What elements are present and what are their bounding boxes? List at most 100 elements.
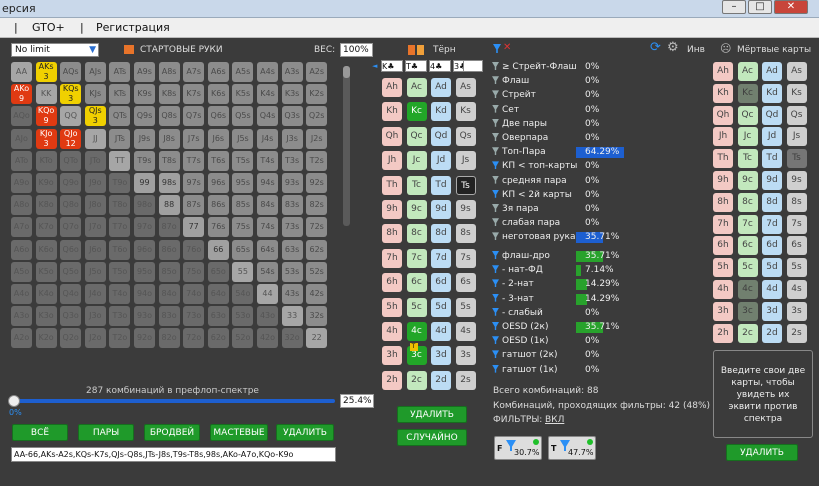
- hand-cell-97o[interactable]: 97o: [134, 217, 155, 238]
- hand-cell-AA[interactable]: AA: [11, 62, 32, 82]
- hand-cell-K8s[interactable]: K8s: [158, 84, 180, 105]
- board-card-slot[interactable]: 4♣: [429, 60, 451, 72]
- hand-cell-93s[interactable]: 93s: [281, 173, 303, 193]
- hand-cell-96o[interactable]: 96o: [134, 239, 155, 260]
- hand-cell-22[interactable]: 22: [306, 328, 328, 349]
- board-card-6d[interactable]: 6d: [431, 273, 451, 293]
- filter-row-draw-3[interactable]: - 3-нат 14.29%: [492, 293, 672, 307]
- menu-registration[interactable]: Регистрация: [96, 21, 170, 34]
- filter-icon[interactable]: [492, 307, 499, 316]
- dead-card-3s[interactable]: 3s: [786, 301, 807, 321]
- dead-card-9h[interactable]: 9h: [713, 171, 733, 190]
- hand-cell-T9s[interactable]: T9s: [134, 150, 155, 171]
- hand-cell-T2o[interactable]: T2o: [109, 328, 131, 349]
- hand-cell-K8o[interactable]: K8o: [35, 195, 57, 216]
- select-pairs-button[interactable]: ПАРЫ: [78, 424, 134, 441]
- hand-cell-Q5o[interactable]: Q5o: [60, 261, 82, 282]
- board-card-slot-empty[interactable]: [463, 60, 483, 72]
- filter-icon[interactable]: [492, 76, 499, 85]
- board-card-5h[interactable]: 5h: [382, 297, 402, 317]
- hand-cell-95o[interactable]: 95o: [134, 261, 155, 282]
- board-card-4h[interactable]: 4h: [382, 322, 402, 341]
- hand-cell-J2o[interactable]: J2o: [84, 328, 106, 349]
- filter-row-draw-8[interactable]: гатшот (1к) 0%: [492, 364, 672, 378]
- dead-card-picker[interactable]: Ah Ac Ad As Kh Kc Kd Ks Qh Qc Qd Qs Jh Jc Jd Js Th Tc Td Ts…: [713, 62, 813, 344]
- dead-card-9c[interactable]: 9c: [737, 171, 758, 190]
- hand-cell-42o[interactable]: 42o: [257, 328, 278, 349]
- filter-row-made-8[interactable]: средняя пара 0%: [492, 175, 672, 189]
- dead-card-Js[interactable]: Js: [786, 127, 807, 147]
- hand-cell-T2s[interactable]: T2s: [306, 150, 328, 171]
- hand-cell-A3o[interactable]: A3o: [11, 306, 32, 327]
- dead-card-Jc[interactable]: Jc: [737, 127, 758, 147]
- hand-cell-JJ[interactable]: JJ: [84, 128, 106, 149]
- filter-icon[interactable]: [492, 104, 499, 113]
- dead-card-4s[interactable]: 4s: [786, 280, 807, 299]
- board-card-7h[interactable]: 7h: [382, 248, 402, 268]
- hand-cell-75o[interactable]: 75o: [183, 261, 205, 282]
- grid-scroll-thumb[interactable]: [343, 66, 350, 78]
- dead-card-4h[interactable]: 4h: [713, 280, 733, 299]
- board-card-Qc[interactable]: Qc: [406, 126, 427, 146]
- hand-cell-87o[interactable]: 87o: [158, 217, 180, 238]
- hand-cell-J4o[interactable]: J4o: [84, 284, 106, 304]
- board-card-9s[interactable]: 9s: [455, 200, 476, 219]
- hand-cell-Q8s[interactable]: Q8s: [158, 106, 180, 127]
- select-all-button[interactable]: ВСЁ: [12, 424, 68, 441]
- hand-cell-82o[interactable]: 82o: [158, 328, 180, 349]
- hand-cell-86o[interactable]: 86o: [158, 239, 180, 260]
- hand-cell-K3o[interactable]: K3o: [35, 306, 57, 327]
- board-card-6h[interactable]: 6h: [382, 273, 402, 293]
- hand-cell-J8s[interactable]: J8s: [158, 128, 180, 149]
- board-card-Ac[interactable]: Ac: [406, 78, 427, 97]
- hand-cell-74o[interactable]: 74o: [183, 284, 205, 304]
- clear-dead-cards-button[interactable]: УДАЛИТЬ: [726, 444, 798, 461]
- hand-cell-77[interactable]: 77: [183, 217, 205, 238]
- filters-toggle-link[interactable]: ВКЛ: [545, 415, 564, 425]
- hand-cell-74s[interactable]: 74s: [257, 217, 278, 238]
- hand-cell-99[interactable]: 99: [134, 173, 155, 193]
- dead-card-6c[interactable]: 6c: [737, 236, 758, 256]
- filter-icon[interactable]: [492, 336, 499, 345]
- filter-icon[interactable]: [492, 279, 499, 288]
- hand-cell-Q9s[interactable]: Q9s: [134, 106, 155, 127]
- hand-cell-ATs[interactable]: ATs: [109, 62, 131, 82]
- hand-cell-K4s[interactable]: K4s: [257, 84, 278, 105]
- hand-cell-A2o[interactable]: A2o: [11, 328, 32, 349]
- board-card-Th[interactable]: Th: [382, 175, 402, 195]
- flop-equity-button[interactable]: F 30.7%: [494, 436, 542, 460]
- hand-cell-KJs[interactable]: KJs: [84, 84, 106, 105]
- dead-card-8d[interactable]: 8d: [762, 192, 782, 212]
- hand-cell-AKo[interactable]: AKo 9: [11, 84, 32, 105]
- hand-cell-94s[interactable]: 94s: [257, 173, 278, 193]
- board-card-2c[interactable]: 2c: [406, 370, 427, 390]
- hand-cell-A6s[interactable]: A6s: [207, 62, 229, 82]
- hand-cell-J4s[interactable]: J4s: [257, 128, 278, 149]
- hand-cell-QJs[interactable]: QJs 3: [84, 106, 106, 127]
- filter-row-draw-7[interactable]: гатшот (2к) 0%: [492, 349, 672, 363]
- board-card-Qd[interactable]: Qd: [431, 126, 451, 146]
- grid-scrollbar[interactable]: [343, 66, 350, 226]
- board-card-slot[interactable]: T♣: [405, 60, 427, 72]
- hand-cell-AJo[interactable]: AJo: [11, 128, 32, 149]
- hand-cell-AKs[interactable]: AKs 3: [35, 62, 57, 82]
- dead-card-Jh[interactable]: Jh: [713, 127, 733, 147]
- hand-cell-T8s[interactable]: T8s: [158, 150, 180, 171]
- board-card-2d[interactable]: 2d: [431, 370, 451, 390]
- dead-card-Tc[interactable]: Tc: [737, 149, 758, 169]
- hand-cell-92s[interactable]: 92s: [306, 173, 328, 193]
- filter-row-made-10[interactable]: 3я пара 0%: [492, 203, 672, 217]
- turn-equity-button[interactable]: T 47.7%: [548, 436, 596, 460]
- hand-cell-54o[interactable]: 54o: [232, 284, 254, 304]
- hand-cell-J9o[interactable]: J9o: [84, 173, 106, 193]
- hand-cell-A5o[interactable]: A5o: [11, 261, 32, 282]
- hand-cell-42s[interactable]: 42s: [306, 284, 328, 304]
- board-card-6c[interactable]: 6c: [406, 273, 427, 293]
- gear-icon[interactable]: ⚙: [667, 40, 679, 55]
- random-board-button[interactable]: СЛУЧАЙНО: [397, 429, 467, 446]
- hand-cell-Q3s[interactable]: Q3s: [281, 106, 303, 127]
- hand-range-grid[interactable]: AA AKs 3 AQs AJs ATs A9s A8s A7s A6s A5s A4s A3s A2s A…: [11, 62, 333, 350]
- hand-cell-T4o[interactable]: T4o: [109, 284, 131, 304]
- hand-cell-A2s[interactable]: A2s: [306, 62, 328, 82]
- hand-cell-82s[interactable]: 82s: [306, 195, 328, 216]
